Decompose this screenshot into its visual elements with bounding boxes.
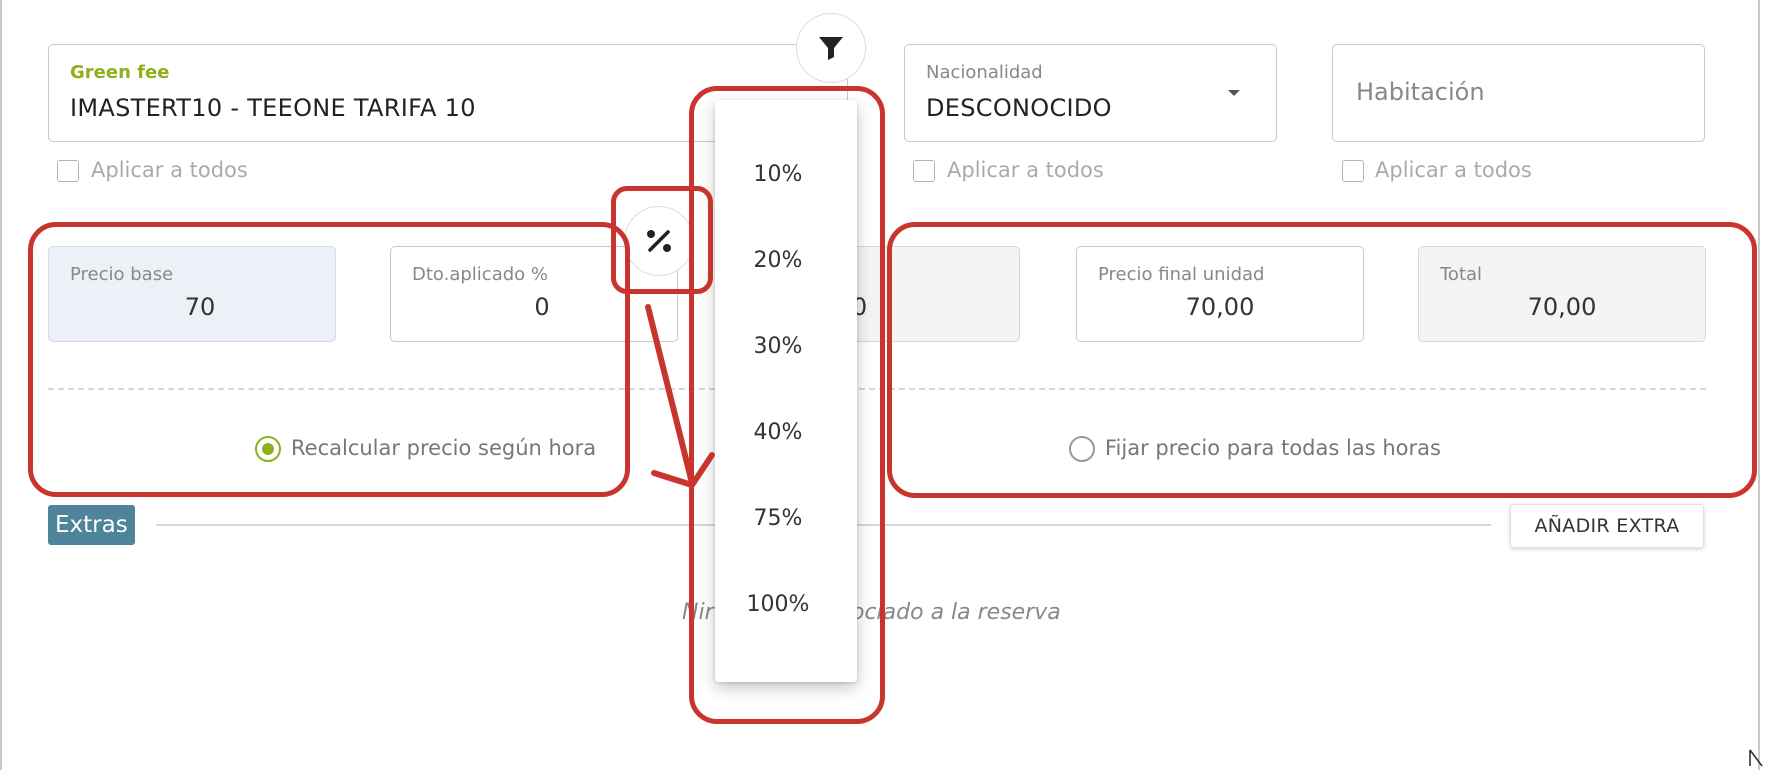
nacionalidad-apply-all-checkbox[interactable] [913, 160, 935, 182]
green-fee-value: IMASTERT10 - TEEONE TARIFA 10 [70, 94, 476, 122]
annotation-arrow [645, 304, 715, 488]
filter-button[interactable] [796, 13, 866, 83]
nacionalidad-select[interactable]: Nacionalidad DESCONOCIDO [904, 44, 1277, 142]
annotation-highlight-left [28, 222, 630, 497]
chevron-down-icon [1228, 90, 1240, 96]
habitacion-apply-all-label: Aplicar a todos [1375, 158, 1532, 182]
nacionalidad-value: DESCONOCIDO [926, 94, 1112, 122]
extras-tag: Extras [48, 505, 135, 545]
green-fee-apply-all-checkbox[interactable] [57, 160, 79, 182]
resize-corner-icon[interactable] [1748, 748, 1764, 768]
habitacion-input[interactable]: Habitación [1332, 44, 1705, 142]
annotation-highlight-right [887, 222, 1757, 498]
add-extra-button[interactable]: AÑADIR EXTRA [1510, 504, 1704, 548]
nacionalidad-apply-all-label: Aplicar a todos [947, 158, 1104, 182]
habitacion-placeholder: Habitación [1356, 78, 1485, 106]
window-right-border [1758, 0, 1760, 770]
green-fee-apply-all-label: Aplicar a todos [91, 158, 248, 182]
filter-icon [819, 37, 843, 60]
habitacion-apply-all-checkbox[interactable] [1342, 160, 1364, 182]
nacionalidad-label: Nacionalidad [926, 62, 1043, 83]
window-left-border [0, 0, 2, 770]
green-fee-label: Green fee [70, 62, 170, 83]
